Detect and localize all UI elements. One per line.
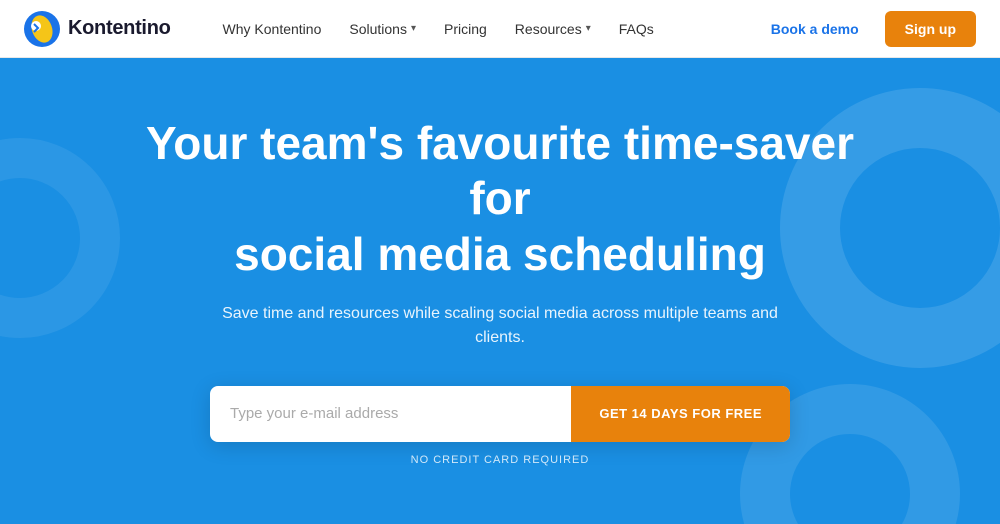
logo-link[interactable]: Kontentino [24,11,171,47]
logo-icon [24,11,60,47]
hero-subtitle: Save time and resources while scaling so… [200,302,800,350]
nav-actions: Book a demo Sign up [757,11,976,47]
email-input[interactable] [210,386,571,442]
resources-chevron-icon: ▾ [586,23,591,34]
nav-faqs[interactable]: FAQs [607,15,666,43]
hero-form: GET 14 DAYS FOR FREE [210,386,790,442]
nav-why-kontentino[interactable]: Why Kontentino [211,15,334,43]
signup-button[interactable]: Sign up [885,11,976,47]
no-credit-card-text: NO CREDIT CARD REQUIRED [411,454,590,466]
solutions-chevron-icon: ▾ [411,23,416,34]
nav-pricing[interactable]: Pricing [432,15,499,43]
nav-links: Why Kontentino Solutions ▾ Pricing Resou… [211,15,757,43]
hero-title: Your team's favourite time-saver for soc… [110,116,890,282]
book-demo-button[interactable]: Book a demo [757,13,873,45]
nav-solutions[interactable]: Solutions ▾ [337,15,428,43]
navbar: Kontentino Why Kontentino Solutions ▾ Pr… [0,0,1000,58]
decorative-circle-3 [0,138,120,338]
logo-text: Kontentino [68,17,171,40]
nav-resources[interactable]: Resources ▾ [503,15,603,43]
hero-section: Your team's favourite time-saver for soc… [0,58,1000,524]
cta-button[interactable]: GET 14 DAYS FOR FREE [571,386,790,442]
